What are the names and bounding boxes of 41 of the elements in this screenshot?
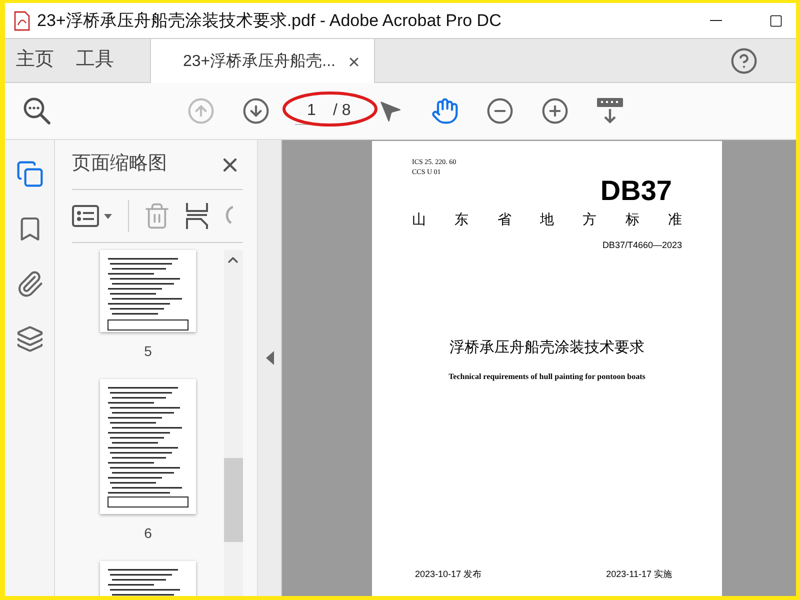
keyboard-arrow-icon[interactable]	[595, 97, 626, 125]
standard-heading-character: 省	[497, 212, 512, 230]
document-tab[interactable]: 23+浮桥承压舟船壳...	[150, 39, 375, 84]
standard-heading-character: 准	[668, 212, 682, 230]
effective-date: 2023-11-17 实施	[606, 568, 672, 581]
zoom-in-icon[interactable]	[541, 97, 570, 125]
nav-tab[interactable]: 工具	[65, 39, 125, 82]
document-tab-label: 23+浮桥承压舟船壳...	[183, 52, 336, 72]
standard-heading-character: 山	[412, 212, 426, 230]
standard-heading-character: 地	[540, 212, 554, 230]
maximize-icon	[769, 14, 783, 28]
db-logo: DB37	[600, 177, 672, 205]
page-total: / 8	[333, 101, 351, 121]
hand-icon[interactable]	[431, 97, 460, 125]
page-thumbnail[interactable]	[100, 379, 196, 514]
window-title: 23+浮桥承压舟船壳涂装技术要求.pdf - Adobe Acrobat Pro DC	[37, 10, 502, 32]
help-icon[interactable]	[730, 46, 758, 74]
search-icon[interactable]	[22, 96, 52, 126]
page-number-label: 6	[144, 524, 152, 543]
scrollbar[interactable]	[224, 250, 243, 596]
standard-code: DB37/T4660—2023	[602, 239, 682, 252]
page-thumbnail[interactable]	[100, 250, 196, 332]
nav-tab[interactable]: 主页	[5, 39, 65, 82]
issue-date: 2023-10-17 发布	[415, 568, 482, 581]
collapse-arrow-icon[interactable]	[266, 351, 274, 365]
scrollbar-thumb[interactable]	[224, 458, 243, 542]
minimize-icon	[710, 20, 722, 21]
document-title: 浮桥承压舟船壳涂装技术要求	[450, 338, 644, 358]
standard-heading-character: 方	[582, 211, 597, 230]
standard-heading-character: 标	[625, 212, 640, 230]
pages-icon[interactable]	[16, 160, 44, 188]
page-split-icon[interactable]	[185, 201, 209, 231]
pdf-file-icon	[13, 10, 31, 30]
zoom-out-icon[interactable]	[486, 97, 514, 125]
panel-title: 页面缩略图	[72, 152, 167, 176]
thumbnail-options-icon[interactable]	[72, 204, 114, 228]
standard-heading-character: 东	[454, 211, 469, 230]
page-number-label: 5	[144, 342, 152, 361]
document-subtitle: Technical requirements of hull painting for pontoon boats	[448, 371, 646, 383]
layers-icon[interactable]	[16, 325, 44, 353]
paperclip-icon[interactable]	[16, 270, 44, 298]
